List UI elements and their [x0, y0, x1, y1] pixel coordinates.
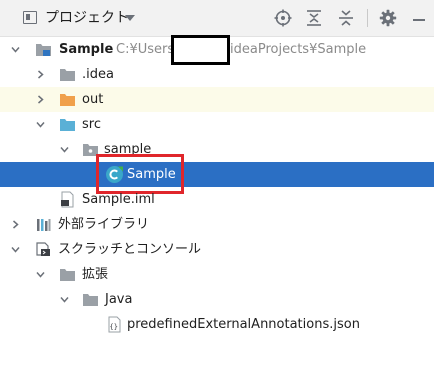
chevron-down-icon[interactable]	[11, 45, 20, 54]
svg-text:{}: {}	[110, 323, 118, 331]
tree-row-java[interactable]: Java	[0, 287, 434, 312]
redaction-box	[171, 35, 230, 65]
json-file-icon: {}	[108, 316, 121, 333]
chevron-down-icon[interactable]	[60, 295, 69, 304]
tree-item-label: Java	[105, 292, 133, 307]
chevron-down-icon[interactable]	[60, 145, 69, 154]
tree-item-label: src	[82, 117, 101, 132]
tree-item-label: out	[82, 92, 104, 107]
project-root-label: Sample	[59, 42, 114, 57]
tree-item-label: predefinedExternalAnnotations.json	[127, 317, 360, 332]
project-view-title[interactable]: プロジェクト	[45, 9, 129, 27]
tree-item-label: 拡張	[82, 267, 109, 282]
tree-row-external-libraries[interactable]: 外部ライブラリ	[0, 212, 434, 237]
tree-item-label: .idea	[82, 67, 114, 82]
iml-file-icon	[61, 191, 74, 208]
project-toolbar: プロジェクト	[0, 0, 434, 37]
folder-icon	[60, 69, 75, 81]
chevron-down-icon[interactable]	[125, 15, 135, 21]
tree-item-label: スクラッチとコンソール	[58, 242, 202, 257]
tree-row-sample-class[interactable]: Sample	[0, 162, 434, 187]
tree-row-scratches[interactable]: スクラッチとコンソール	[0, 237, 434, 262]
folder-excluded-icon	[60, 94, 75, 106]
settings-gear-icon[interactable]	[379, 9, 397, 27]
chevron-down-icon[interactable]	[36, 270, 45, 279]
module-folder-icon	[36, 44, 51, 56]
tree-row-sample-iml[interactable]: Sample.iml	[0, 187, 434, 212]
expand-all-icon[interactable]	[305, 9, 323, 27]
project-path-prefix: C:¥Users	[116, 42, 175, 57]
toolbar-separator	[367, 9, 368, 27]
collapse-all-icon[interactable]	[337, 9, 355, 27]
library-icon	[37, 219, 51, 231]
folder-icon	[83, 294, 98, 306]
chevron-right-icon[interactable]	[11, 220, 20, 229]
chevron-down-icon[interactable]	[36, 120, 45, 129]
view-mode-icon[interactable]	[23, 11, 37, 24]
minimize-icon[interactable]	[410, 9, 428, 27]
tree-item-label: 外部ライブラリ	[58, 217, 150, 232]
scratches-icon	[36, 242, 50, 256]
tree-row-out[interactable]: out	[0, 87, 434, 112]
chevron-down-icon[interactable]	[11, 245, 20, 254]
tree-row-src[interactable]: src	[0, 112, 434, 137]
chevron-right-icon[interactable]	[36, 95, 45, 104]
project-path-suffix: ideaProjects¥Sample	[230, 42, 367, 57]
chevron-right-icon[interactable]	[36, 70, 45, 79]
source-folder-icon	[60, 119, 75, 131]
folder-icon	[60, 269, 75, 281]
locate-icon[interactable]	[274, 9, 292, 27]
tree-row-json-file[interactable]: {} predefinedExternalAnnotations.json	[0, 312, 434, 337]
tree-item-label: Sample.iml	[82, 192, 155, 207]
tree-row-idea[interactable]: .idea	[0, 62, 434, 87]
tree-row-extensions[interactable]: 拡張	[0, 262, 434, 287]
tree-row-sample-package[interactable]: sample	[0, 137, 434, 162]
